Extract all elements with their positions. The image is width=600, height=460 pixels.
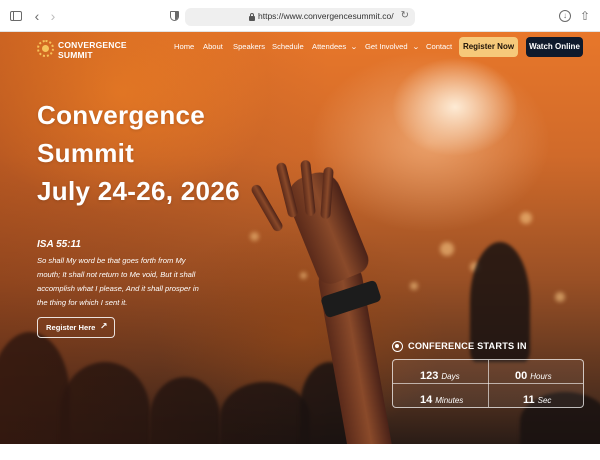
privacy-shield-icon[interactable] [167, 9, 181, 23]
download-icon[interactable]: ↓ [558, 9, 572, 23]
nav-speakers[interactable]: Speakers [233, 42, 265, 51]
countdown-unit: Hours [530, 372, 552, 381]
nav-schedule[interactable]: Schedule [272, 42, 304, 51]
nav-attendees-label: Attendees [312, 42, 347, 51]
nav-attendees[interactable]: Attendees ⌄ [312, 42, 358, 51]
chevron-down-icon: ⌄ [411, 44, 420, 51]
chevron-down-icon: ⌄ [350, 44, 358, 51]
countdown-unit: Days [441, 372, 460, 381]
hero-section: CONVERGENCE SUMMIT Home About Speakers S… [0, 32, 600, 444]
verse-text-line: So shall My word be that goes forth from… [37, 256, 186, 265]
hero-title-line2: Summit [37, 138, 135, 168]
countdown-unit: Minutes [435, 396, 464, 405]
back-icon[interactable]: ‹ [30, 9, 44, 23]
nav-contact[interactable]: Contact [426, 42, 452, 51]
hero-date: July 24-26, 2026 [37, 176, 240, 206]
register-here-label: Register Here [46, 323, 96, 332]
watch-online-button[interactable]: Watch Online [526, 37, 583, 57]
reload-icon[interactable]: ↻ [401, 10, 409, 21]
hero-title-line1: Convergence [37, 100, 206, 130]
forward-icon[interactable]: › [46, 9, 60, 23]
site-logo[interactable]: CONVERGENCE SUMMIT [37, 38, 157, 60]
countdown-seconds: 11 Sec [489, 384, 584, 407]
logo-text-line2: SUMMIT [58, 50, 93, 60]
countdown-value: 11 [523, 394, 535, 406]
target-icon [392, 341, 403, 352]
countdown-title: CONFERENCE STARTS IN [408, 341, 527, 351]
register-now-button[interactable]: Register Now [459, 37, 518, 57]
page-bottom-edge [0, 444, 600, 460]
countdown-value: 14 [420, 394, 433, 406]
verse-text-line: mouth; It shall not return to Me void, B… [37, 270, 196, 279]
nav-home[interactable]: Home [174, 42, 194, 51]
countdown-timer: 123 Days 00 Hours 14 Minutes 11 Sec [392, 359, 584, 408]
verse-text-line: the thing for which I sent it. [37, 298, 128, 307]
sidebar-toggle-icon[interactable] [9, 9, 23, 23]
nav-get-involved[interactable]: Get Involved ⌄ [365, 42, 419, 51]
verse-text-line: accomplish what I please, And it shall p… [37, 284, 199, 293]
arrow-up-right-icon: ↗ [100, 321, 108, 331]
url-text[interactable]: https://www.convergencesummit.co/ [258, 11, 394, 21]
share-icon[interactable]: ⇧ [578, 9, 592, 23]
countdown-unit: Sec [537, 396, 552, 405]
nav-about[interactable]: About [203, 42, 223, 51]
address-bar[interactable]: https://www.convergencesummit.co/ ↻ [185, 8, 415, 26]
register-here-button[interactable]: Register Here ↗ [37, 317, 115, 338]
logo-text-line1: CONVERGENCE [58, 40, 127, 50]
countdown-days: 123 Days [393, 360, 488, 383]
sun-logo-icon [37, 40, 54, 57]
countdown-minutes: 14 Minutes [393, 384, 488, 407]
countdown-value: 00 [515, 370, 528, 382]
browser-toolbar: ‹ › https://www.convergencesummit.co/ ↻ … [0, 0, 600, 32]
countdown-hours: 00 Hours [489, 360, 584, 383]
nav-get-involved-label: Get Involved [365, 42, 408, 51]
countdown-value: 123 [420, 370, 439, 382]
verse-reference: ISA 55:11 [37, 239, 81, 250]
lock-icon [249, 13, 255, 21]
